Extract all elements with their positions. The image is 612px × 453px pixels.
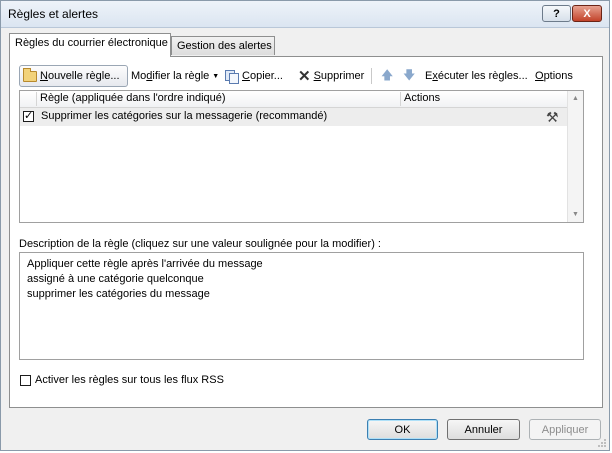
move-down-button[interactable]: 🡇: [403, 65, 415, 87]
modify-rule-prefix: Mo: [131, 70, 147, 82]
description-line: supprimer les catégories du message: [27, 288, 210, 300]
new-rule-icon: [23, 67, 37, 82]
rule-enabled-checkbox[interactable]: ✓: [23, 111, 34, 122]
rss-label[interactable]: Activer les règles sur tous les flux RSS: [35, 374, 224, 386]
copy-icon: [225, 70, 239, 84]
modify-rule-button[interactable]: Mo d ifier la règle ▼: [131, 65, 219, 87]
tools-icon[interactable]: ⚒: [546, 109, 559, 126]
description-line: assigné à une catégorie quelconque: [27, 273, 204, 285]
options-label: ptions: [543, 70, 573, 82]
rules-alerts-dialog: Règles et alertes ? X Règles du courrier…: [0, 0, 610, 451]
rule-name: Supprimer les catégories sur la messager…: [41, 110, 328, 122]
rss-checkbox[interactable]: [20, 375, 31, 386]
move-up-button[interactable]: 🡅: [381, 65, 393, 87]
new-rule-label: ouvelle règle...: [47, 70, 120, 82]
close-button[interactable]: X: [572, 5, 602, 22]
table-row[interactable]: ✓ Supprimer les catégories sur la messag…: [20, 108, 568, 126]
new-rule-button[interactable]: Nouvelle règle...: [19, 65, 128, 87]
copy-rule-button[interactable]: Copier...: [225, 65, 283, 87]
run-rules-label: écuter les règles...: [437, 70, 528, 82]
options-mnemonic: O: [535, 70, 544, 82]
tab-strip: Règles du courrier électronique Gestion …: [9, 33, 603, 57]
tab-manage-alerts[interactable]: Gestion des alertes: [171, 36, 275, 55]
toolbar-separator: [371, 68, 372, 84]
delete-label: upprimer: [320, 70, 365, 82]
ok-button[interactable]: OK: [367, 419, 438, 440]
rules-list-scrollbar[interactable]: ▲ ▼: [567, 91, 583, 222]
modify-rule-label: ifier la règle: [152, 70, 210, 82]
help-button[interactable]: ?: [542, 5, 571, 22]
rule-description-label: Description de la règle (cliquez sur une…: [19, 238, 381, 250]
run-rules-prefix: E: [425, 70, 433, 82]
copy-mnemonic: C: [242, 70, 250, 82]
new-rule-mnemonic: N: [40, 70, 48, 82]
arrow-down-icon: 🡇: [403, 67, 416, 82]
tab-email-rules[interactable]: Règles du courrier électronique: [9, 33, 171, 57]
title-bar[interactable]: Règles et alertes ? X: [1, 1, 609, 28]
rules-list-header: Règle (appliquée dans l'ordre indiqué) A…: [20, 91, 568, 108]
rules-toolbar: Nouvelle règle... Mo d ifier la règle ▼ Co…: [19, 65, 589, 87]
options-button[interactable]: Options: [535, 65, 573, 87]
rule-description-box[interactable]: Appliquer cette règle après l'arrivée du…: [19, 252, 584, 360]
delete-rule-button[interactable]: ✕ Supprimer: [298, 65, 364, 87]
arrow-up-icon: 🡅: [381, 67, 394, 82]
dropdown-arrow-icon: ▼: [212, 72, 220, 80]
delete-x-icon: ✕: [298, 67, 311, 85]
column-header-actions[interactable]: Actions: [404, 92, 440, 104]
run-rules-button[interactable]: Ex écuter les règles...: [425, 65, 528, 87]
email-rules-panel: Nouvelle règle... Mo d ifier la règle ▼ Co…: [9, 56, 603, 408]
copy-label: opier...: [249, 70, 283, 82]
delete-mnemonic: S: [313, 70, 321, 82]
column-header-rule[interactable]: Règle (appliquée dans l'ordre indiqué): [40, 92, 226, 104]
apply-button: Appliquer: [529, 419, 601, 440]
rss-option[interactable]: Activer les règles sur tous les flux RSS: [19, 374, 419, 388]
scroll-up-icon[interactable]: ▲: [568, 91, 583, 106]
resize-grip-icon[interactable]: [597, 438, 607, 448]
column-divider: [36, 92, 37, 106]
column-divider: [400, 92, 401, 106]
scroll-down-icon[interactable]: ▼: [568, 207, 583, 222]
window-title: Règles et alertes: [8, 7, 99, 21]
description-line: Appliquer cette règle après l'arrivée du…: [27, 258, 263, 270]
rules-list[interactable]: Règle (appliquée dans l'ordre indiqué) A…: [19, 90, 584, 223]
cancel-button[interactable]: Annuler: [447, 419, 520, 440]
